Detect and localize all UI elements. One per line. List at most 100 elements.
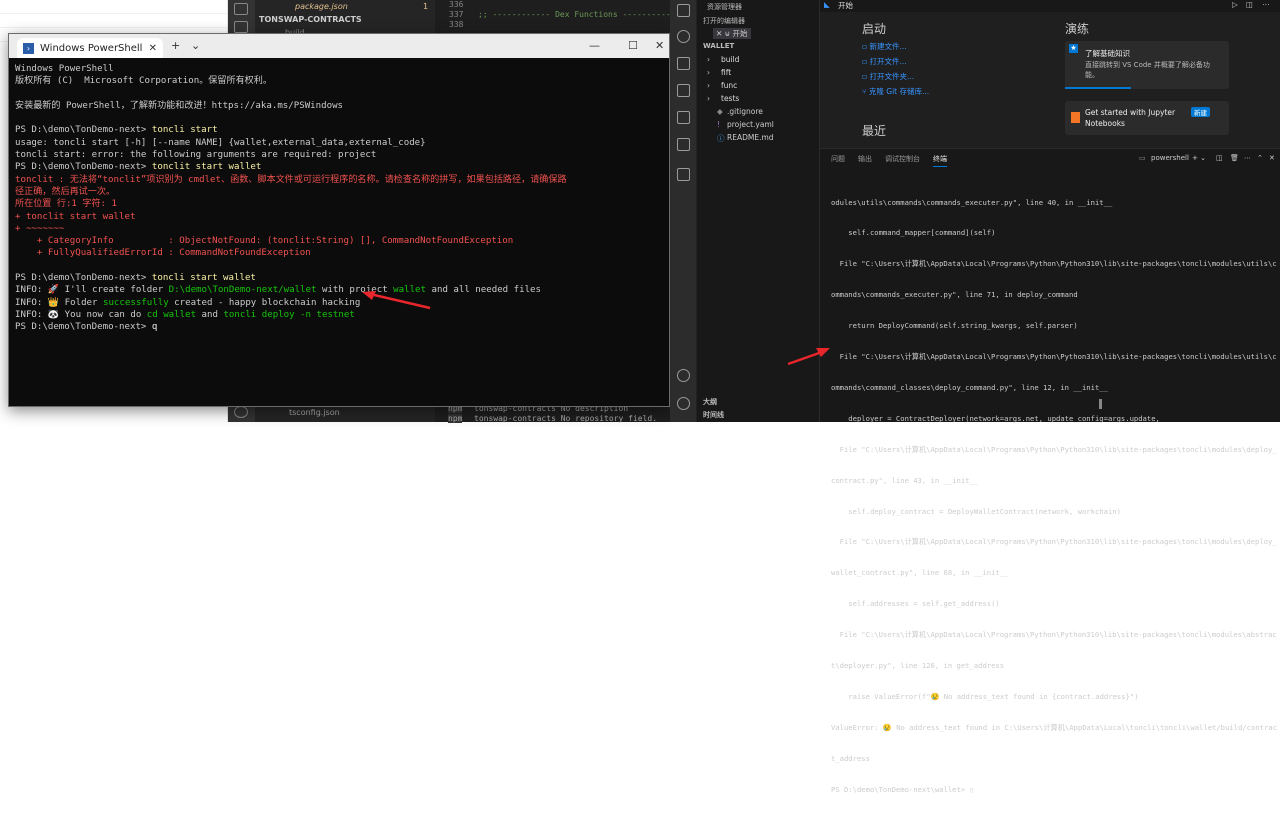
more-icon[interactable]: ⋯: [1244, 154, 1251, 162]
close-panel-icon[interactable]: ✕: [1269, 154, 1275, 162]
extensions-icon[interactable]: [677, 111, 690, 124]
maximize-button[interactable]: ☐: [628, 39, 638, 52]
timeline-header[interactable]: 时间线: [703, 410, 724, 420]
line-number: 336: [449, 0, 464, 9]
search-icon[interactable]: [677, 30, 690, 43]
walkthrough-heading: 演练: [1065, 22, 1090, 36]
new-tab-button[interactable]: +: [171, 39, 180, 52]
terminal-panel[interactable]: 问题 输出 调试控制台 终端 ▭ powershell + ⌄ ◫ 🗑 ⋯ ⌃ …: [820, 148, 1280, 794]
open-file-link[interactable]: ▫ 打开文件...: [862, 56, 907, 67]
terminal-line: deployer = ContractDeployer(network=args…: [831, 413, 1160, 423]
vscode-logo-icon: ◣: [824, 0, 830, 9]
walkthrough-card-basics[interactable]: ★ 了解基础知识 直接跳转到 VS Code 并概要了解必备功 能。: [1065, 41, 1229, 89]
powershell-window[interactable]: › Windows PowerShell ✕ + ⌄ — ☐ ✕ Windows…: [8, 33, 670, 407]
run-icon[interactable]: ▷: [1232, 0, 1238, 9]
terminal-line: t_address: [831, 753, 870, 763]
maximize-panel-icon[interactable]: ⌃: [1257, 154, 1263, 162]
explorer-title: 资源管理器: [707, 3, 742, 11]
terminal-line: odules\utils\commands\commands_executer.…: [831, 197, 1113, 207]
new-badge: 新建: [1191, 107, 1210, 117]
editor-tabbar: ◣ 开始 ▷ ◫ ⋯: [820, 0, 1280, 12]
info-line: INFO: 🚀 I'll create folder D:\demo\TonDe…: [15, 285, 541, 296]
files-icon[interactable]: [677, 4, 690, 17]
error-line: + CategoryInfo : ObjectNotFound: (toncli…: [15, 236, 514, 247]
new-file-link[interactable]: ▫ 新建文件...: [862, 41, 907, 52]
terminal-icon: ▭: [1139, 154, 1146, 162]
jupyter-icon: [1071, 112, 1080, 123]
prompt-line[interactable]: PS D:\demo\TonDemo-next> q: [15, 321, 663, 333]
tab-powershell[interactable]: › Windows PowerShell ✕: [17, 38, 163, 58]
error-line: 径正确，然后再试一次。: [15, 186, 116, 197]
error-line: tonclit : 无法将“tonclit”项识别为 cmdlet、函数、脚本文…: [15, 174, 567, 185]
terminal-line: contract.py", line 43, in __init__: [831, 475, 979, 485]
tab-dropdown-button[interactable]: ⌄: [191, 39, 200, 52]
kill-terminal-icon[interactable]: 🗑: [1230, 154, 1239, 162]
settings-gear-icon[interactable]: [234, 406, 248, 418]
tab-output[interactable]: 输出: [858, 154, 872, 164]
terminal-output[interactable]: odules\utils\commands\commands_executer.…: [831, 177, 1277, 815]
terminal-line: File "C:\Users\计算机\AppData\Local\Program…: [831, 444, 1277, 454]
clone-git-link[interactable]: ⑂ 克隆 Git 存储库...: [862, 86, 929, 97]
more-actions-icon[interactable]: ⋯: [1262, 0, 1270, 9]
wallet-folder-header[interactable]: WALLET: [703, 42, 734, 50]
tab-terminal[interactable]: 终端: [933, 154, 947, 167]
tonswap-folder[interactable]: TONSWAP-CONTRACTS: [259, 15, 362, 24]
close-button[interactable]: ✕: [655, 39, 664, 52]
open-editors-header[interactable]: 打开的编辑器: [703, 16, 745, 26]
start-heading: 启动: [862, 22, 887, 36]
terminal-shell-label[interactable]: powershell: [1151, 154, 1189, 162]
remote-explorer-icon[interactable]: [677, 138, 690, 151]
powershell-titlebar[interactable]: › Windows PowerShell ✕ + ⌄ — ☐ ✕: [9, 34, 669, 58]
error-line: + tonclit start wallet: [15, 211, 136, 222]
open-editor-item[interactable]: ✕ ⊌ 开始: [713, 28, 751, 39]
extensions-icon[interactable]: [234, 3, 248, 15]
terminal-prompt[interactable]: PS D:\demo\TonDemo-next\wallet> ▯: [831, 785, 1277, 795]
terminal-line: File "C:\Users\计算机\AppData\Local\Program…: [831, 259, 1277, 269]
tsconfig-item[interactable]: tsconfig.json: [289, 408, 340, 417]
error-line: + ~~~~~~~: [15, 223, 65, 234]
split-editor-icon[interactable]: ◫: [1246, 0, 1253, 9]
source-control-icon[interactable]: [677, 57, 690, 70]
recent-heading: 最近: [862, 124, 887, 138]
powershell-console[interactable]: Windows PowerShell 版权所有 (C) Microsoft Cor…: [9, 58, 669, 406]
package-json-item[interactable]: package.json: [295, 2, 348, 11]
error-line: 所在位置 行:1 字符: 1: [15, 199, 117, 210]
terminal-line: t\deployer.py", line 126, in get_address: [831, 660, 1005, 670]
error-line: + FullyQualifiedErrorId : CommandNotFoun…: [15, 248, 311, 259]
annotation-arrow-left: [362, 291, 431, 310]
activity-bar: [670, 0, 697, 422]
tab-welcome[interactable]: 开始: [838, 0, 853, 11]
terminal-line: ValueError: 😢 No address_text found in C…: [831, 722, 1277, 732]
split-terminal-icon[interactable]: ◫: [1216, 154, 1223, 162]
account-icon[interactable]: [677, 369, 690, 382]
run-debug-icon[interactable]: [677, 84, 690, 97]
tab-close-icon[interactable]: ✕: [149, 43, 157, 54]
terminal-line: ommands\commands_executer.py", line 71, …: [831, 290, 1078, 300]
annotation-arrow-right: [787, 348, 830, 366]
terminal-line: raise ValueError(f"😢 No address_text fou…: [831, 691, 1139, 701]
powershell-icon: ›: [23, 42, 34, 54]
new-terminal-button[interactable]: + ⌄: [1192, 154, 1206, 162]
tab-problems[interactable]: 问题: [831, 154, 845, 164]
manage-gear-icon[interactable]: [677, 397, 690, 410]
open-folder-link[interactable]: ▫ 打开文件夹...: [862, 71, 914, 82]
terminal-scroll-thumb[interactable]: [1099, 399, 1102, 409]
star-icon: ★: [1069, 44, 1078, 53]
tab-title: Windows PowerShell: [40, 42, 143, 54]
walkthrough-card-jupyter[interactable]: Get started with Jupyter Notebooks 新建: [1065, 101, 1229, 135]
line-number: 338: [449, 20, 464, 29]
ton-icon[interactable]: [677, 168, 690, 181]
console-line: PS D:\demo\TonDemo-next> toncli start: [15, 125, 218, 136]
tab-debug-console[interactable]: 调试控制台: [885, 154, 920, 164]
outline-header[interactable]: 大纲: [703, 397, 717, 407]
info-line: INFO: 🐼 You now can do cd wallet and ton…: [15, 309, 355, 320]
console-line: Windows PowerShell: [15, 64, 114, 74]
terminal-line: File "C:\Users\计算机\AppData\Local\Program…: [831, 537, 1277, 547]
remote-icon[interactable]: [234, 21, 248, 33]
info-line: INFO: 👑 Folder successfully created - ha…: [15, 297, 361, 308]
minimize-button[interactable]: —: [589, 39, 600, 52]
terminal-line: return DeployCommand(self.string_kwargs,…: [831, 321, 1078, 331]
terminal-line: File "C:\Users\计算机\AppData\Local\Program…: [831, 352, 1277, 362]
vscode-window[interactable]: 资源管理器 打开的编辑器 ✕ ⊌ 开始 WALLET › build › fift …: [670, 0, 1280, 794]
